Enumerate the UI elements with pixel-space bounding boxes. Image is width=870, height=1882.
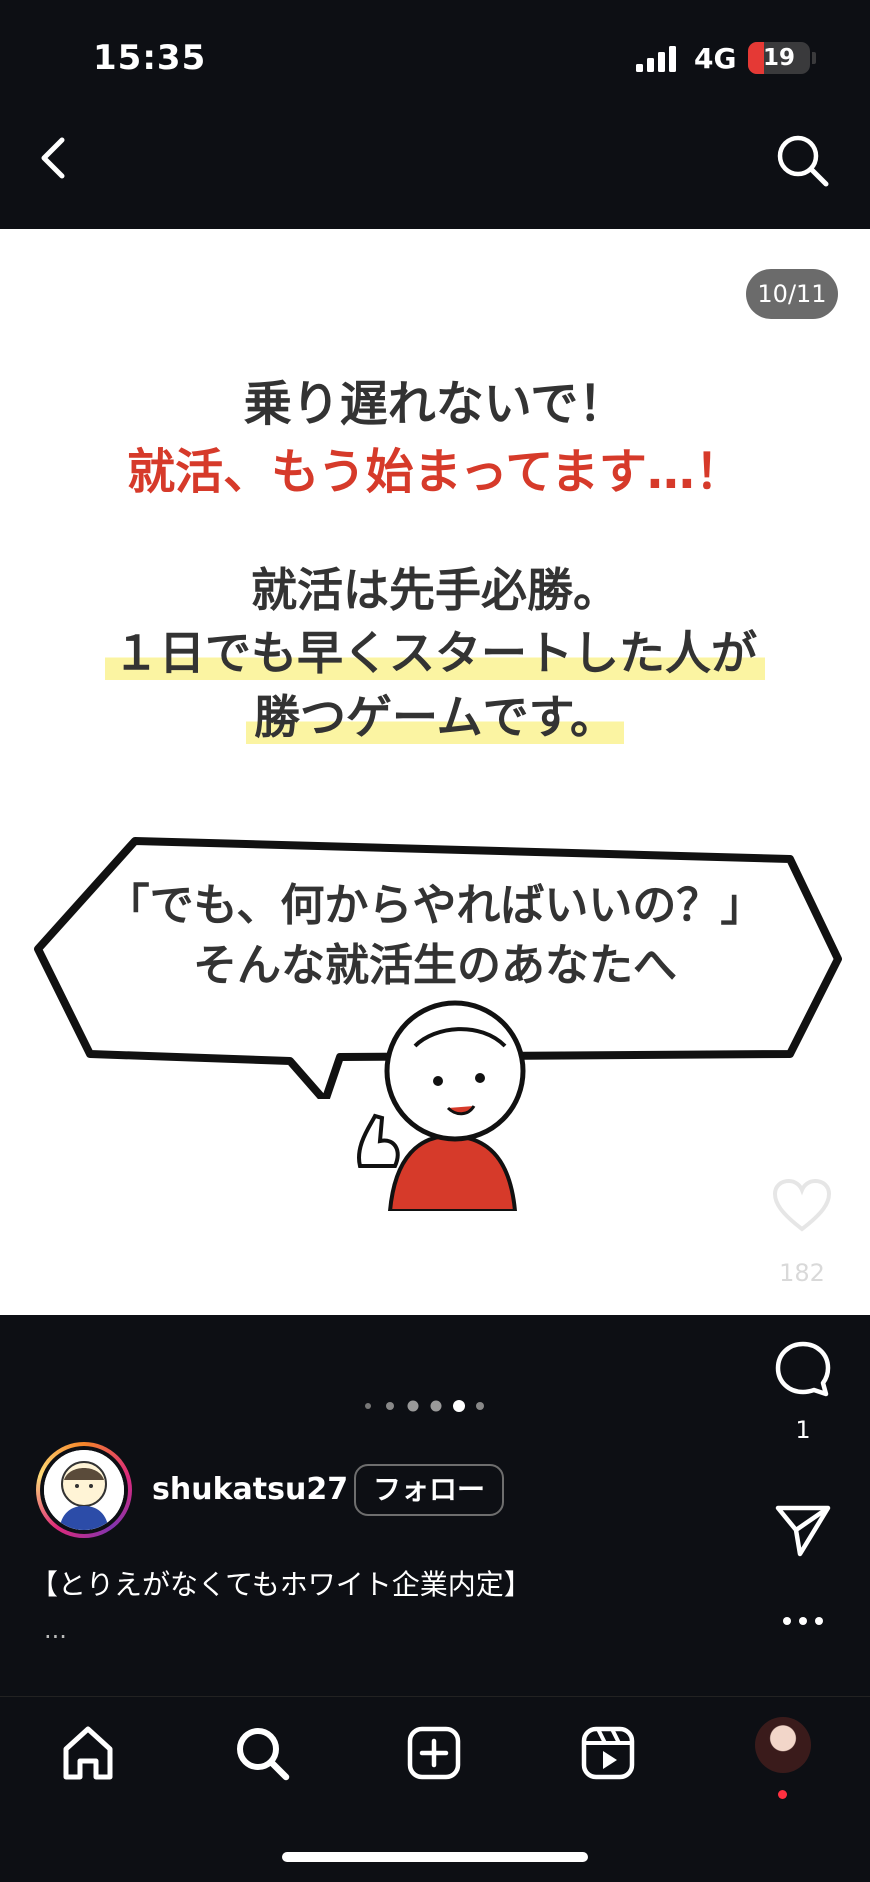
follow-button[interactable]: フォロー	[354, 1464, 504, 1516]
home-indicator[interactable]	[282, 1852, 588, 1862]
post-image[interactable]: 10/11 乗り遅れないで！ 就活、もう始まってます…！ 就活は先手必勝。 １日…	[0, 229, 870, 1315]
explore-search-icon[interactable]	[232, 1723, 292, 1783]
post-body-3: 勝つゲームです。	[245, 690, 625, 744]
post-body-3-line: 勝つゲームです。	[0, 681, 870, 747]
like-count: 182	[779, 1259, 825, 1287]
paper-plane-icon[interactable]	[774, 1502, 832, 1558]
reels-icon[interactable]	[578, 1723, 638, 1783]
image-counter: 10/11	[746, 269, 838, 319]
avatar-border	[40, 1446, 128, 1534]
clock: 15:35	[93, 38, 207, 78]
comment-count: 1	[795, 1416, 811, 1444]
avatar[interactable]	[36, 1442, 132, 1538]
profile-tab-avatar[interactable]	[755, 1717, 811, 1773]
post-body-2-line: １日でも早くスタートした人が	[0, 617, 870, 683]
character-illustration	[357, 1000, 526, 1211]
post-heading-1: 乗り遅れないで！	[243, 376, 627, 432]
network-type: 4G	[694, 42, 737, 75]
signal-icon	[636, 46, 676, 72]
post-caption[interactable]: 【とりえがなくてもホワイト企業内定】	[30, 1563, 532, 1603]
post-body-1: 就活は先手必勝。	[251, 563, 619, 617]
heart-icon[interactable]	[771, 1177, 833, 1233]
battery-icon: 19	[748, 42, 810, 74]
post-body-2: １日でも早くスタートした人が	[105, 626, 765, 680]
home-icon[interactable]	[58, 1723, 118, 1783]
plus-square-icon[interactable]	[404, 1723, 464, 1783]
username[interactable]: shukatsu27	[152, 1472, 348, 1507]
bubble-text-2: そんな就活生のあなたへ	[193, 940, 677, 991]
notification-dot	[778, 1790, 787, 1799]
comment-icon[interactable]	[774, 1340, 832, 1398]
battery-percent: 19	[762, 45, 795, 71]
status-bar: 15:35 4G 19	[0, 0, 870, 110]
battery-nub	[812, 52, 816, 64]
carousel-dots	[365, 1400, 484, 1412]
bubble-text-1: 「でも、何からやればいいの？」	[105, 880, 765, 931]
post-heading-2: 就活、もう始まってます…！	[127, 444, 743, 500]
more-dots-icon[interactable]	[780, 1614, 826, 1628]
avatar-image	[44, 1450, 124, 1530]
caption-more[interactable]: ...	[44, 1616, 67, 1644]
search-icon[interactable]	[772, 130, 832, 190]
back-button[interactable]	[30, 130, 80, 186]
